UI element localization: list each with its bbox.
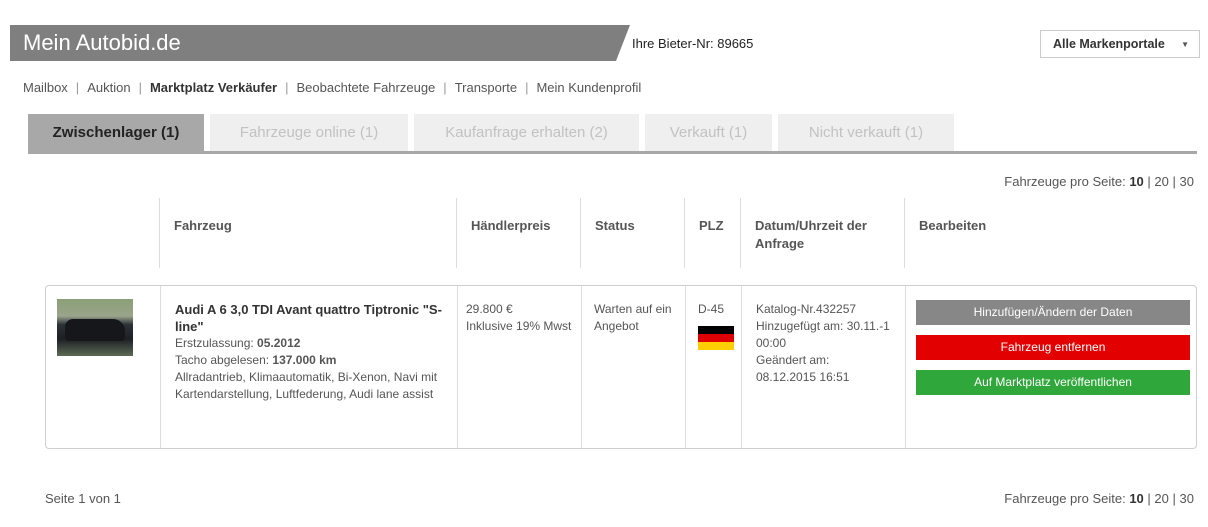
nav-transporte[interactable]: Transporte — [455, 80, 517, 95]
nav-kundenprofil[interactable]: Mein Kundenprofil — [536, 80, 641, 95]
perpage-10[interactable]: 10 — [1129, 491, 1143, 506]
perpage-20[interactable]: 20 — [1154, 174, 1168, 189]
changed-date: 08.12.2015 16:51 — [756, 370, 850, 384]
tab-bar: Zwischenlager (1) Fahrzeuge online (1) K… — [28, 114, 1197, 154]
perpage-separator: | — [1147, 491, 1151, 506]
mileage-label: Tacho abgelesen: — [175, 353, 270, 367]
nav-separator: | — [443, 80, 447, 95]
publish-marketplace-button[interactable]: Auf Marktplatz veröffentlichen — [916, 370, 1190, 395]
page-info: Seite 1 von 1 — [45, 491, 121, 506]
perpage-30[interactable]: 30 — [1180, 491, 1194, 506]
perpage-20[interactable]: 20 — [1154, 491, 1168, 506]
date-cell: Katalog-Nr.432257 Hinzugefügt am: 30.11.… — [741, 286, 905, 448]
table-row: Audi A 6 3,0 TDI Avant quattro Tiptronic… — [45, 285, 1197, 449]
nav-mailbox[interactable]: Mailbox — [23, 80, 68, 95]
tab-fahrzeuge-online[interactable]: Fahrzeuge online (1) — [210, 114, 408, 151]
nav-separator: | — [525, 80, 529, 95]
bidder-number: Ihre Bieter-Nr: 89665 — [632, 36, 754, 51]
chevron-down-icon: ▼ — [1181, 40, 1189, 49]
registration-label: Erstzulassung: — [175, 336, 254, 350]
main-nav: Mailbox | Auktion | Marktplatz Verkäufer | Beo… — [23, 80, 641, 95]
perpage-top: Fahrzeuge pro Seite: 10 | 20 | 30 — [1004, 174, 1194, 189]
perpage-label: Fahrzeuge pro Seite: — [1004, 491, 1126, 506]
nav-marktplatz-verkaeufer[interactable]: Marktplatz Verkäufer — [150, 80, 277, 95]
vehicle-title[interactable]: Audi A 6 3,0 TDI Avant quattro Tiptronic… — [175, 301, 449, 335]
status-value: Warten auf ein Angebot — [594, 302, 672, 333]
nav-separator: | — [75, 80, 80, 95]
mileage-value: 137.000 km — [272, 353, 337, 367]
edit-data-button[interactable]: Hinzufügen/Ändern der Daten — [916, 300, 1190, 325]
nav-separator: | — [285, 80, 289, 95]
perpage-label: Fahrzeuge pro Seite: — [1004, 174, 1126, 189]
brand-bar: Mein Autobid.de — [10, 25, 630, 61]
thumb-cell — [46, 286, 160, 448]
zip-value: D-45 — [698, 302, 725, 316]
portal-select-value: Alle Markenportale — [1053, 37, 1165, 51]
vehicle-cell: Audi A 6 3,0 TDI Avant quattro Tiptronic… — [160, 286, 457, 448]
perpage-30[interactable]: 30 — [1180, 174, 1194, 189]
price-cell: 29.800 € Inklusive 19% Mwst — [457, 286, 581, 448]
vehicle-mileage: Tacho abgelesen: 137.000 km — [175, 352, 449, 369]
nav-beobachtete-fahrzeuge[interactable]: Beobachtete Fahrzeuge — [297, 80, 436, 95]
registration-value: 05.2012 — [257, 336, 301, 350]
col-status: Status — [580, 198, 684, 268]
col-plz: PLZ — [684, 198, 740, 268]
tab-nicht-verkauft[interactable]: Nicht verkauft (1) — [778, 114, 954, 151]
perpage-separator: | — [1147, 174, 1151, 189]
germany-flag-icon — [698, 326, 734, 350]
perpage-separator: | — [1172, 491, 1176, 506]
actions-cell: Hinzufügen/Ändern der Daten Fahrzeug ent… — [905, 286, 1198, 448]
header: Mein Autobid.de Ihre Bieter-Nr: 89665 Al… — [10, 25, 1208, 61]
catalog-number: Katalog-Nr.432257 — [756, 302, 857, 316]
vehicle-registration: Erstzulassung: 05.2012 — [175, 335, 449, 352]
price-vat: Inklusive 19% Mwst — [466, 319, 572, 333]
nav-auktion[interactable]: Auktion — [87, 80, 130, 95]
brand-title: Mein Autobid.de — [23, 30, 181, 55]
changed-label: Geändert am: — [756, 353, 830, 367]
tab-verkauft[interactable]: Verkauft (1) — [645, 114, 772, 151]
zip-cell: D-45 — [685, 286, 741, 448]
added-date: Hinzugefügt am: 30.11.-1 00:00 — [756, 319, 890, 350]
remove-vehicle-button[interactable]: Fahrzeug entfernen — [916, 335, 1190, 360]
vehicle-image[interactable] — [57, 299, 133, 356]
perpage-10[interactable]: 10 — [1129, 174, 1143, 189]
nav-separator: | — [138, 80, 142, 95]
col-bearbeiten: Bearbeiten — [904, 198, 1197, 268]
tab-kaufanfrage[interactable]: Kaufanfrage erhalten (2) — [414, 114, 639, 151]
vehicle-features: Allradantrieb, Klimaautomatik, Bi-Xenon,… — [175, 370, 438, 401]
status-cell: Warten auf ein Angebot — [581, 286, 685, 448]
col-datum: Datum/Uhrzeit der Anfrage — [740, 198, 904, 268]
portal-select[interactable]: Alle Markenportale ▼ — [1040, 30, 1200, 58]
col-fahrzeug: Fahrzeug — [159, 198, 456, 268]
perpage-bottom: Fahrzeuge pro Seite: 10 | 20 | 30 — [1004, 491, 1194, 506]
col-haendlerpreis: Händlerpreis — [456, 198, 580, 268]
table-header: Fahrzeug Händlerpreis Status PLZ Datum/U… — [45, 198, 1197, 268]
price-value: 29.800 € — [466, 302, 513, 316]
tab-zwischenlager[interactable]: Zwischenlager (1) — [28, 114, 204, 151]
perpage-separator: | — [1172, 174, 1176, 189]
